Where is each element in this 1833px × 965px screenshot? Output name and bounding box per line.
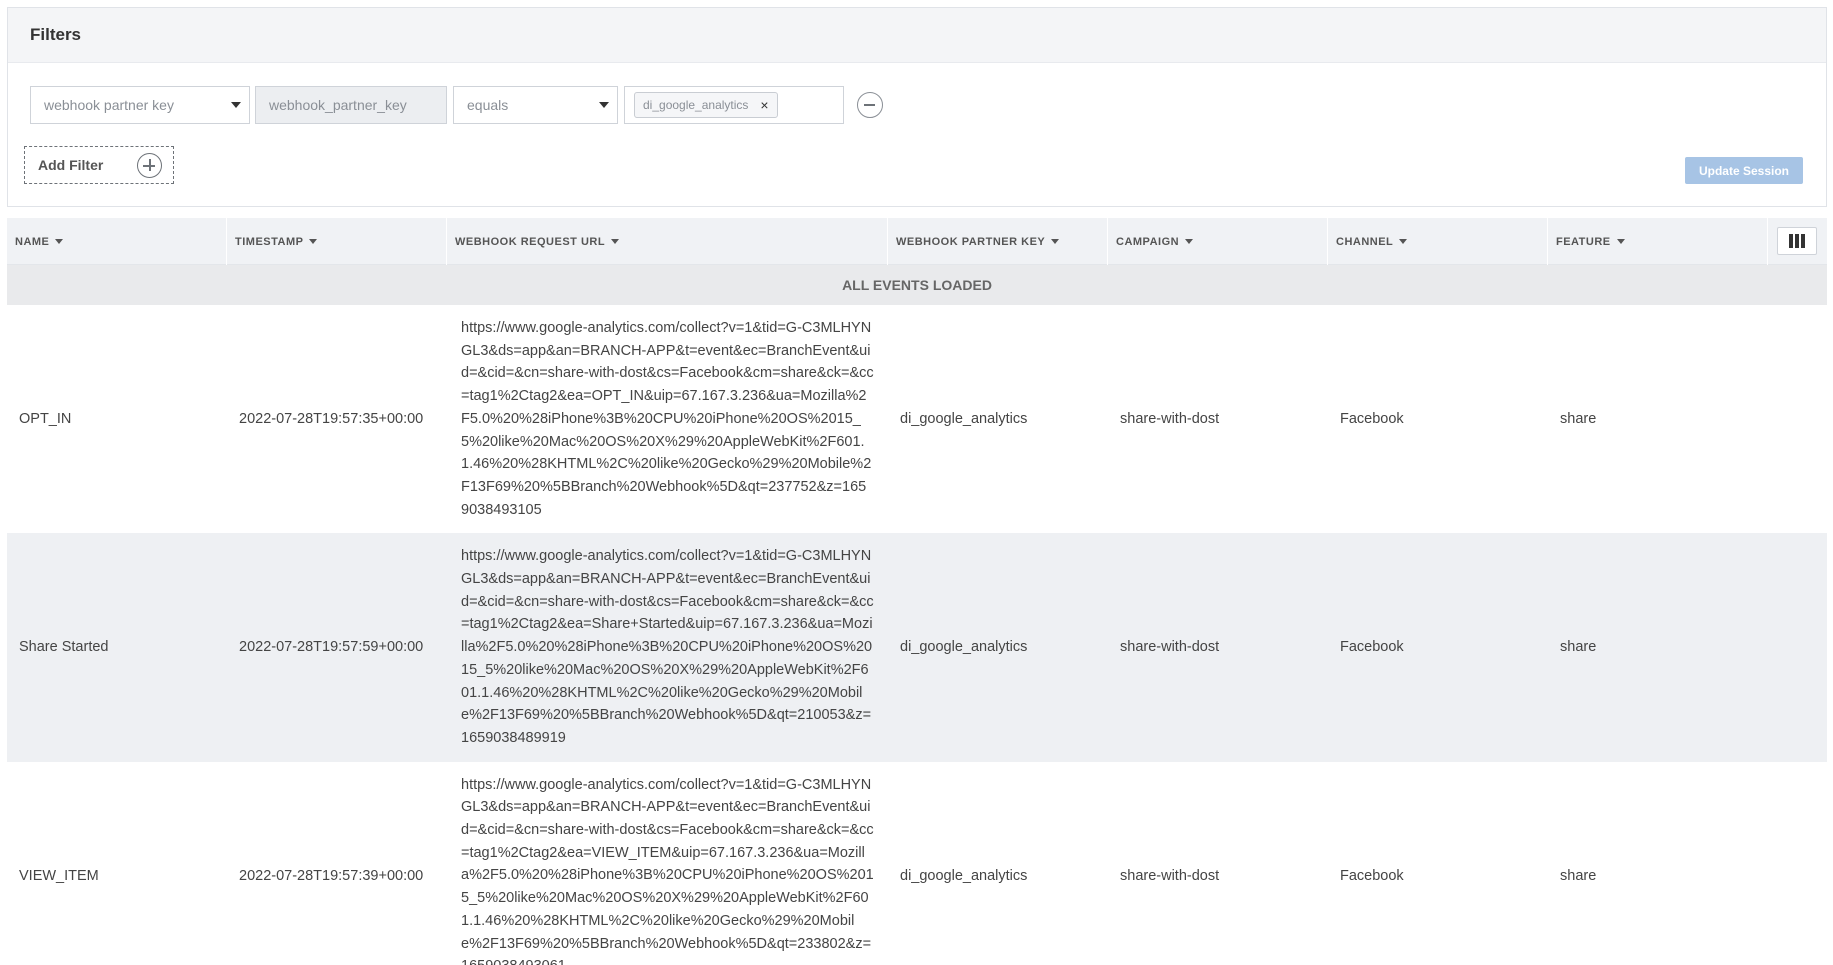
cell-feature: share (1560, 411, 1597, 428)
cell-webhook-url: https://www.google-analytics.com/collect… (461, 320, 874, 518)
add-filter-button[interactable]: Add Filter (24, 146, 174, 184)
chevron-down-icon (599, 102, 609, 108)
cell-feature: share (1560, 867, 1597, 884)
remove-filter-icon[interactable] (857, 92, 883, 118)
cell-channel: Facebook (1340, 639, 1404, 656)
cell-campaign: share-with-dost (1120, 411, 1220, 428)
cell-webhook-url: https://www.google-analytics.com/collect… (461, 548, 874, 746)
table-row[interactable]: OPT_IN 2022-07-28T19:57:35+00:00 https:/… (7, 305, 1827, 533)
cell-name: OPT_IN (19, 411, 72, 428)
cell-campaign: share-with-dost (1120, 867, 1220, 884)
column-header-webhook-partner-key[interactable]: WEBHOOK PARTNER KEY (888, 218, 1108, 265)
close-icon[interactable]: × (760, 98, 768, 112)
filters-title: Filters (30, 25, 82, 44)
cell-timestamp: 2022-07-28T19:57:35+00:00 (239, 411, 424, 428)
filter-field-key: webhook_partner_key (255, 86, 447, 124)
columns-toggle-icon[interactable] (1777, 227, 1817, 255)
filter-operator-select[interactable]: equals (453, 86, 618, 124)
table-row[interactable]: Share Started 2022-07-28T19:57:59+00:00 … (7, 533, 1827, 762)
filter-value-chip: di_google_analytics × (634, 92, 778, 118)
column-header-feature[interactable]: FEATURE (1548, 218, 1768, 265)
column-header-name[interactable]: NAME (7, 218, 227, 265)
column-header-campaign[interactable]: CAMPAIGN (1108, 218, 1328, 265)
filter-value-chip-label: di_google_analytics (643, 98, 749, 112)
filter-field-select-value: webhook partner key (44, 97, 174, 113)
cell-timestamp: 2022-07-28T19:57:59+00:00 (239, 639, 424, 656)
cell-partner-key: di_google_analytics (900, 867, 1028, 884)
sort-caret-icon (1399, 239, 1408, 244)
cell-name: VIEW_ITEM (19, 867, 99, 884)
filter-field-key-value: webhook_partner_key (269, 97, 407, 113)
column-header-webhook-request-url[interactable]: WEBHOOK REQUEST URL (447, 218, 888, 265)
sort-caret-icon (309, 239, 318, 244)
filter-operator-value: equals (467, 97, 509, 113)
sort-caret-icon (55, 239, 64, 244)
all-events-loaded-banner: ALL EVENTS LOADED (7, 265, 1827, 305)
cell-feature: share (1560, 639, 1597, 656)
filters-header: Filters (8, 8, 1826, 63)
chevron-down-icon (231, 102, 241, 108)
events-table: NAME TIMESTAMP WEBHOOK REQUEST URL WEBHO… (7, 218, 1827, 965)
cell-partner-key: di_google_analytics (900, 411, 1028, 428)
sort-caret-icon (1616, 239, 1625, 244)
column-header-channel[interactable]: CHANNEL (1328, 218, 1548, 265)
cell-campaign: share-with-dost (1120, 639, 1220, 656)
sort-caret-icon (1051, 239, 1060, 244)
cell-channel: Facebook (1340, 411, 1404, 428)
column-header-timestamp[interactable]: TIMESTAMP (227, 218, 447, 265)
table-row[interactable]: VIEW_ITEM 2022-07-28T19:57:39+00:00 http… (7, 762, 1827, 965)
update-session-button[interactable]: Update Session (1685, 157, 1803, 184)
filters-panel: Filters webhook partner key webhook_part… (7, 7, 1827, 207)
cell-name: Share Started (19, 639, 109, 656)
cell-webhook-url: https://www.google-analytics.com/collect… (461, 776, 874, 965)
add-filter-label: Add Filter (38, 157, 104, 173)
sort-caret-icon (611, 239, 620, 244)
filter-field-select[interactable]: webhook partner key (30, 86, 250, 124)
cell-timestamp: 2022-07-28T19:57:39+00:00 (239, 867, 424, 884)
table-header: NAME TIMESTAMP WEBHOOK REQUEST URL WEBHO… (7, 218, 1827, 265)
cell-channel: Facebook (1340, 867, 1404, 884)
filter-value-input[interactable]: di_google_analytics × (624, 86, 844, 124)
plus-circle-icon (137, 153, 162, 178)
cell-partner-key: di_google_analytics (900, 639, 1028, 656)
sort-caret-icon (1185, 239, 1194, 244)
